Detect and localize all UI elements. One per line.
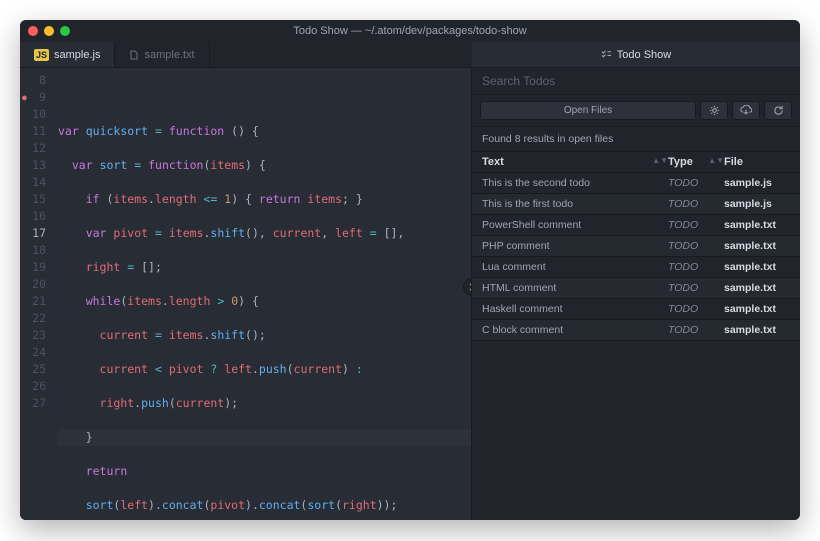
- todo-text: C block comment: [482, 324, 668, 336]
- todo-type: TODO: [668, 282, 724, 294]
- todo-file: sample.txt: [724, 324, 790, 336]
- export-button[interactable]: [732, 101, 760, 120]
- window-title: Todo Show — ~/.atom/dev/packages/todo-sh…: [20, 25, 800, 37]
- line-number[interactable]: 24: [20, 344, 46, 361]
- panel-toolbar: Open Files: [472, 95, 800, 127]
- table-row[interactable]: C block commentTODOsample.txt: [472, 320, 800, 341]
- tab-sample-txt[interactable]: sample.txt: [115, 42, 209, 67]
- line-number[interactable]: 19: [20, 259, 46, 276]
- line-gutter: 89101112131415161718192021222324252627: [20, 68, 54, 520]
- line-number[interactable]: 13: [20, 157, 46, 174]
- sort-icon: ▲▼: [652, 156, 668, 165]
- todo-panel: Open Files Found 8 results in open files…: [472, 68, 800, 520]
- file-icon: [129, 50, 139, 60]
- todo-type: TODO: [668, 177, 724, 189]
- todo-type: TODO: [668, 198, 724, 210]
- settings-button[interactable]: [700, 101, 728, 120]
- todo-text: Haskell comment: [482, 303, 668, 315]
- window-controls: [28, 26, 70, 36]
- table-row[interactable]: This is the second todoTODOsample.js: [472, 173, 800, 194]
- app-window: Todo Show — ~/.atom/dev/packages/todo-sh…: [20, 20, 800, 520]
- todo-type: TODO: [668, 240, 724, 252]
- todo-text: This is the first todo: [482, 198, 668, 210]
- titlebar: Todo Show — ~/.atom/dev/packages/todo-sh…: [20, 20, 800, 42]
- header-file[interactable]: File: [724, 156, 790, 168]
- line-number[interactable]: 16: [20, 208, 46, 225]
- gear-icon: [709, 105, 720, 116]
- tab-sample-js[interactable]: JS sample.js: [20, 42, 115, 67]
- refresh-icon: [773, 105, 784, 116]
- todo-file: sample.txt: [724, 219, 790, 231]
- code-editor[interactable]: 89101112131415161718192021222324252627 v…: [20, 68, 472, 520]
- line-number[interactable]: 8: [20, 72, 46, 89]
- line-number[interactable]: 10: [20, 106, 46, 123]
- checklist-icon: [601, 49, 612, 60]
- line-number[interactable]: 14: [20, 174, 46, 191]
- todo-type: TODO: [668, 324, 724, 336]
- line-number[interactable]: 17: [20, 225, 46, 242]
- todo-text: This is the second todo: [482, 177, 668, 189]
- header-text[interactable]: Text▲▼: [482, 156, 668, 168]
- tab-bar: JS sample.js sample.txt Todo Show: [20, 42, 800, 68]
- table-row[interactable]: Haskell commentTODOsample.txt: [472, 299, 800, 320]
- line-number[interactable]: 25: [20, 361, 46, 378]
- line-number[interactable]: 22: [20, 310, 46, 327]
- line-number[interactable]: 15: [20, 191, 46, 208]
- todo-type: TODO: [668, 261, 724, 273]
- line-number[interactable]: 27: [20, 395, 46, 412]
- javascript-icon: JS: [34, 49, 49, 61]
- header-type[interactable]: Type▲▼: [668, 156, 724, 168]
- todo-file: sample.txt: [724, 240, 790, 252]
- search-bar: [472, 68, 800, 95]
- search-input[interactable]: [482, 74, 790, 88]
- line-number[interactable]: 9: [20, 89, 46, 106]
- close-window-button[interactable]: [28, 26, 38, 36]
- todo-type: TODO: [668, 219, 724, 231]
- panel-tabs: Todo Show: [472, 42, 800, 67]
- line-number[interactable]: 12: [20, 140, 46, 157]
- sort-icon: ▲▼: [708, 156, 724, 165]
- maximize-window-button[interactable]: [60, 26, 70, 36]
- workspace: 89101112131415161718192021222324252627 v…: [20, 68, 800, 520]
- line-number[interactable]: 18: [20, 242, 46, 259]
- todo-text: Lua comment: [482, 261, 668, 273]
- table-row[interactable]: HTML commentTODOsample.txt: [472, 278, 800, 299]
- todo-file: sample.js: [724, 177, 790, 189]
- table-row[interactable]: Lua commentTODOsample.txt: [472, 257, 800, 278]
- tab-label: sample.js: [54, 49, 100, 61]
- todo-file: sample.txt: [724, 261, 790, 273]
- code-content[interactable]: var quicksort = function () { var sort =…: [54, 68, 471, 520]
- todo-file: sample.js: [724, 198, 790, 210]
- todo-file: sample.txt: [724, 303, 790, 315]
- results-table: Text▲▼ Type▲▼ File This is the second to…: [472, 152, 800, 520]
- editor-tabs: JS sample.js sample.txt: [20, 42, 472, 67]
- table-row[interactable]: PowerShell commentTODOsample.txt: [472, 215, 800, 236]
- todo-type: TODO: [668, 303, 724, 315]
- tab-label: Todo Show: [617, 49, 671, 61]
- todo-text: PHP comment: [482, 240, 668, 252]
- table-row[interactable]: PHP commentTODOsample.txt: [472, 236, 800, 257]
- line-number[interactable]: 23: [20, 327, 46, 344]
- table-header: Text▲▼ Type▲▼ File: [472, 152, 800, 173]
- line-number[interactable]: 20: [20, 276, 46, 293]
- todo-text: HTML comment: [482, 282, 668, 294]
- results-status: Found 8 results in open files: [472, 127, 800, 152]
- minimize-window-button[interactable]: [44, 26, 54, 36]
- line-number[interactable]: 11: [20, 123, 46, 140]
- line-number[interactable]: 26: [20, 378, 46, 395]
- table-row[interactable]: This is the first todoTODOsample.js: [472, 194, 800, 215]
- cloud-download-icon: [740, 105, 752, 116]
- todo-text: PowerShell comment: [482, 219, 668, 231]
- refresh-button[interactable]: [764, 101, 792, 120]
- tab-todo-show[interactable]: Todo Show: [472, 42, 800, 67]
- tab-label: sample.txt: [144, 49, 194, 61]
- line-number[interactable]: 21: [20, 293, 46, 310]
- todo-file: sample.txt: [724, 282, 790, 294]
- open-files-button[interactable]: Open Files: [480, 101, 696, 120]
